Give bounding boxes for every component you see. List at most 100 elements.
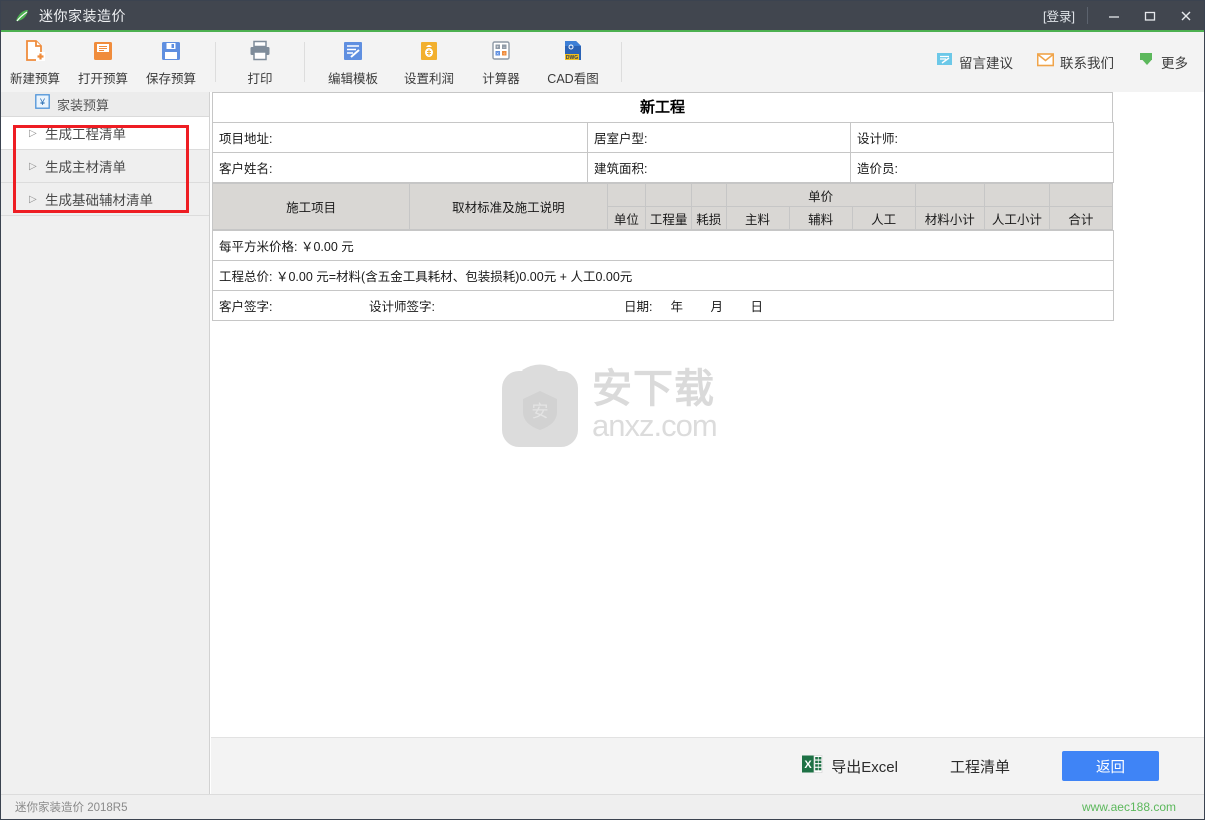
sidebar-item-base-auxiliary-list[interactable]: ▷ 生成基础辅材清单 [1, 183, 209, 216]
label-customer-signature: 客户签字: [219, 300, 273, 314]
svg-text:×: × [496, 51, 499, 56]
table-row: 客户姓名: 建筑面积: 造价员: [212, 152, 1114, 183]
sidebar: ¥ 家装预算 ▷ 生成工程清单 ▷ 生成主材清单 ▷ 生成基础辅材清单 [1, 92, 210, 796]
svg-text:DWG: DWG [566, 55, 578, 61]
feedback-link[interactable]: 留言建议 [936, 51, 1013, 73]
col-loss: 耗损 [690, 206, 727, 230]
more-label: 更多 [1161, 56, 1188, 71]
sidebar-item-label: 生成主材清单 [45, 160, 126, 175]
summary-total-price: 工程总价: ￥0.00 元=材料(含五金工具耗材、包装损耗)0.00元 + 人工… [212, 260, 1114, 291]
group-blank-mat-sub [914, 183, 985, 207]
cad-viewer-label: CAD看图 [547, 72, 599, 86]
cad-dwg-icon: DWG [560, 37, 586, 65]
set-profit-label: 设置利润 [403, 72, 454, 86]
field-designer[interactable]: 设计师: [850, 122, 1114, 153]
main-toolbar: 新建预算 打开预算 保存预算 打印 编辑模板 设置利润 + − × ÷ 计算器 … [1, 32, 1204, 92]
svg-text:¥: ¥ [39, 97, 46, 107]
contact-label: 联系我们 [1060, 56, 1114, 71]
calculator-icon: + − × ÷ [488, 37, 514, 65]
printer-icon [247, 37, 273, 65]
edit-template-label: 编辑模板 [327, 72, 378, 86]
col-construction-item: 施工项目 [211, 183, 411, 230]
more-link[interactable]: 更多 [1138, 52, 1188, 72]
calculator-button[interactable]: + − × ÷ 计算器 [467, 32, 535, 92]
minimize-icon[interactable] [1096, 1, 1132, 30]
app-title: 迷你家装造价 [39, 7, 126, 24]
field-building-area[interactable]: 建筑面积: [587, 152, 851, 183]
field-room-type[interactable]: 居室户型: [587, 122, 851, 153]
excel-icon: X [801, 753, 823, 780]
col-material-standard: 取材标准及施工说明 [409, 183, 608, 230]
new-document-icon [22, 37, 48, 65]
toolbar-divider-1 [215, 42, 216, 82]
title-bar: 迷你家装造价 [登录] [1, 1, 1204, 30]
items-table-header: 施工项目 取材标准及施工说明 单价 单位 工程量 耗损 主料 辅料 人工 材料小… [211, 183, 1114, 230]
col-total: 合计 [1048, 206, 1114, 230]
bottom-action-bar: X 导出Excel 工程清单 返回 [211, 737, 1204, 794]
edit-template-icon [340, 37, 366, 65]
titlebar-divider [1087, 7, 1088, 24]
field-project-address[interactable]: 项目地址: [212, 122, 588, 153]
anxz-watermark-icon: 安 安下载 anxz.com [496, 357, 721, 452]
sidebar-item-label: 生成基础辅材清单 [45, 193, 153, 208]
main-content: 新工程 项目地址: 居室户型: 设计师: 客户姓名: 建筑面积: 造价员: 施工… [211, 92, 1204, 796]
svg-text:+: + [496, 44, 499, 49]
set-profit-button[interactable]: 设置利润 [391, 32, 467, 92]
group-blank-loss [690, 183, 727, 207]
label-day: 日 [750, 300, 763, 314]
budget-document: 新工程 项目地址: 居室户型: 设计师: 客户姓名: 建筑面积: 造价员: 施工… [211, 92, 1114, 321]
print-button[interactable]: 打印 [226, 32, 294, 92]
back-button[interactable]: 返回 [1062, 751, 1159, 781]
status-version-label: 迷你家装造价 2018R5 [15, 802, 128, 814]
new-budget-label: 新建预算 [9, 72, 60, 86]
col-labor: 人工 [851, 206, 916, 230]
export-excel-label: 导出Excel [831, 758, 898, 776]
contact-link[interactable]: 联系我们 [1036, 52, 1114, 72]
page-title: 新工程 [212, 92, 1113, 122]
toolbar-divider-2 [304, 42, 305, 82]
col-material-subtotal: 材料小计 [914, 206, 985, 230]
save-floppy-icon [158, 37, 184, 65]
maximize-icon[interactable] [1132, 1, 1168, 30]
sidebar-item-engineering-list[interactable]: ▷ 生成工程清单 [1, 117, 209, 150]
svg-text:X: X [805, 759, 813, 771]
envelope-icon [1036, 52, 1055, 72]
col-quantity: 工程量 [645, 206, 692, 230]
field-cost-engineer[interactable]: 造价员: [850, 152, 1114, 183]
yen-budget-icon: ¥ [35, 94, 50, 114]
export-excel-button[interactable]: X 导出Excel [801, 753, 898, 780]
close-icon[interactable] [1168, 1, 1204, 30]
status-bar: 迷你家装造价 2018R5 www.aec188.com [1, 794, 1204, 819]
login-link[interactable]: [登录] [1043, 6, 1075, 25]
table-row: 项目地址: 居室户型: 设计师: [212, 122, 1114, 153]
open-budget-button[interactable]: 打开预算 [69, 32, 137, 92]
watermark-cn-text: 安下载 [592, 365, 715, 412]
label-year: 年 [670, 300, 683, 314]
sidebar-item-main-material-list[interactable]: ▷ 生成主材清单 [1, 150, 209, 183]
label-date: 日期: [624, 300, 653, 314]
save-budget-label: 保存预算 [145, 72, 196, 86]
col-group-unit-price: 单价 [725, 183, 916, 207]
status-website-link[interactable]: www.aec188.com [1082, 800, 1176, 814]
project-list-button[interactable]: 工程清单 [950, 756, 1010, 777]
application-window: 迷你家装造价 [登录] 新建预算 打开预算 保存预算 打印 编辑模板 设置利润 … [0, 0, 1205, 820]
save-budget-button[interactable]: 保存预算 [137, 32, 205, 92]
table-row: 客户签字: 设计师签字: 日期: 年 月 日 [212, 290, 1114, 321]
summary-per-sqm: 每平方米价格: ￥0.00 元 [212, 230, 1114, 261]
new-budget-button[interactable]: 新建预算 [1, 32, 69, 92]
feedback-label: 留言建议 [959, 56, 1013, 71]
group-blank-labor-sub [983, 183, 1050, 207]
col-aux-material: 辅料 [788, 206, 853, 230]
field-customer-name[interactable]: 客户姓名: [212, 152, 588, 183]
group-blank-total [1048, 183, 1114, 207]
watermark-en-text: anxz.com [592, 407, 718, 443]
table-row: 每平方米价格: ￥0.00 元 [212, 230, 1114, 261]
group-blank-qty [645, 183, 692, 207]
cad-viewer-button[interactable]: DWG CAD看图 [535, 32, 611, 92]
open-budget-label: 打开预算 [77, 72, 128, 86]
sidebar-item-label: 生成工程清单 [45, 127, 126, 142]
col-labor-subtotal: 人工小计 [983, 206, 1050, 230]
toolbar-divider-3 [621, 42, 622, 82]
edit-template-button[interactable]: 编辑模板 [315, 32, 391, 92]
chevron-right-icon: ▷ [29, 127, 37, 139]
